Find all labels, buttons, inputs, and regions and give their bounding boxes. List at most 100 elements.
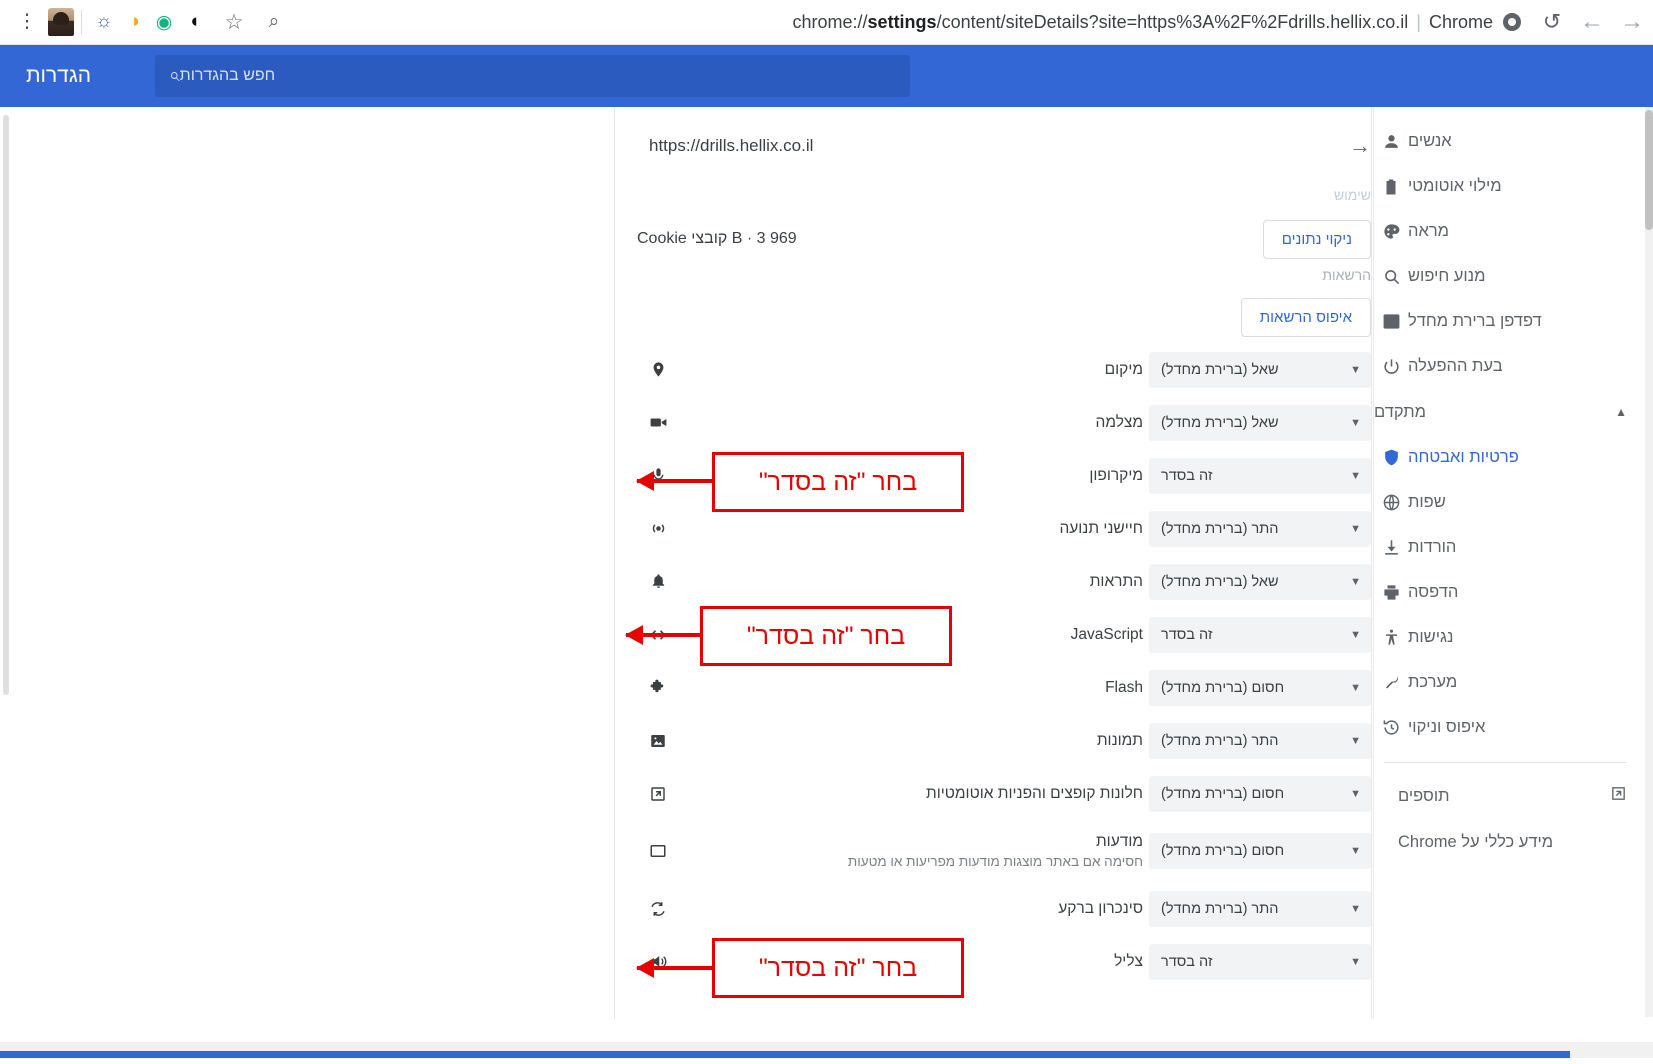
permission-select[interactable]: ▼ חסום (ברירת מחדל)	[1149, 775, 1371, 812]
download-icon	[1374, 531, 1408, 565]
sidebar-item-system[interactable]: מערכת	[1374, 660, 1645, 705]
chevron-down-icon: ▼	[1350, 787, 1361, 800]
reload-icon[interactable]: ↺	[1537, 7, 1567, 37]
sidebar-item-languages[interactable]: שפות	[1374, 480, 1645, 525]
permission-value: חסום (ברירת מחדל)	[1161, 679, 1285, 696]
permission-select[interactable]: ▼ זה בסדר	[1149, 457, 1371, 494]
page-scrollbar-track[interactable]	[1645, 107, 1653, 1017]
permission-select[interactable]: ▼ חסום (ברירת מחדל)	[1149, 833, 1371, 869]
profile-avatar[interactable]	[48, 8, 74, 36]
permissions-reset-row: איפוס הרשאות	[615, 291, 1371, 343]
sidebar-item-label: דפדפן ברירת מחדל	[1408, 312, 1542, 330]
sidebar-item-people[interactable]: אנשים	[1374, 119, 1645, 164]
omnibox-divider: |	[1416, 11, 1421, 32]
sidebar-advanced-toggle[interactable]: מתקדם ▲	[1374, 389, 1645, 435]
reset-permissions-button[interactable]: איפוס הרשאות	[1240, 297, 1371, 337]
permission-value: זה בסדר	[1161, 467, 1213, 484]
forward-arrow-icon[interactable]: →	[1617, 7, 1647, 37]
site-details-panel: https://drills.hellix.co.il → שימוש 969 …	[614, 107, 1372, 1019]
permission-value: שאל (ברירת מחדל)	[1161, 414, 1279, 431]
person-icon	[1374, 125, 1408, 159]
sidebar-item-label: מערכת	[1408, 673, 1458, 691]
permission-name: מצלמה	[1095, 414, 1143, 431]
sidebar-item-downloads[interactable]: הורדות	[1374, 525, 1645, 570]
forward-arrow-icon[interactable]: →	[1349, 133, 1371, 159]
three-dots-icon[interactable]: ⋮	[12, 7, 42, 37]
permission-select[interactable]: ▼ התר (ברירת מחדל)	[1149, 510, 1371, 547]
printer-icon	[1374, 576, 1408, 610]
chevron-down-icon: ▼	[1350, 681, 1361, 694]
permission-value: התר (ברירת מחדל)	[1161, 520, 1279, 537]
site-header-row: https://drills.hellix.co.il →	[615, 115, 1371, 177]
permission-select[interactable]: ▼ שאל (ברירת מחדל)	[1149, 563, 1371, 600]
extension-icon-2[interactable]: ◑	[119, 7, 149, 37]
permission-row-images: תמונות ▼ התר (ברירת מחדל)	[615, 714, 1371, 767]
chevron-down-icon: ▼	[1350, 363, 1361, 376]
sidebar-item-autofill[interactable]: מילוי אוטומטי	[1374, 164, 1645, 209]
clipboard-icon	[1374, 170, 1408, 204]
zoom-out-icon[interactable]: ⌕	[259, 7, 289, 37]
annotation-callout-javascript: בחר "זה בסדר"	[700, 606, 952, 666]
profile-name-label: Chrome	[1428, 11, 1493, 32]
permission-name: התראות	[1089, 573, 1143, 590]
sidebar-item-default-browser[interactable]: דפדפן ברירת מחדל	[1374, 299, 1645, 344]
permission-select[interactable]: ▼ שאל (ברירת מחדל)	[1149, 404, 1371, 441]
left-scrollbar[interactable]	[3, 115, 9, 695]
permission-value: חסום (ברירת מחדל)	[1161, 843, 1285, 859]
address-bar[interactable]: chrome://settings/content/siteDetails?si…	[289, 0, 1653, 45]
permission-name: מיקום	[1104, 361, 1143, 378]
search-input[interactable]: חפש בהגדרות ⌕	[155, 55, 910, 97]
sidebar-divider	[1384, 762, 1627, 763]
annotation-callout-microphone: בחר "זה בסדר"	[712, 452, 964, 512]
sidebar-item-reset-cleanup[interactable]: איפוס וניקוי	[1374, 705, 1645, 750]
back-arrow-icon[interactable]: ←	[1577, 7, 1607, 37]
power-icon	[1374, 350, 1408, 384]
sidebar-item-accessibility[interactable]: נגישות	[1374, 615, 1645, 660]
sidebar-item-extensions[interactable]: תוספים	[1374, 773, 1645, 819]
browser-window-icon	[1374, 305, 1408, 339]
sidebar-item-printing[interactable]: הדפסה	[1374, 570, 1645, 615]
sidebar-item-about-chrome[interactable]: מידע כללי על Chrome	[1374, 819, 1645, 865]
sidebar-item-on-startup[interactable]: בעת ההפעלה	[1374, 344, 1645, 389]
puzzle-piece-icon	[637, 678, 679, 697]
camera-icon	[637, 413, 679, 432]
permission-select[interactable]: ▼ התר (ברירת מחדל)	[1149, 722, 1371, 759]
permission-row-popups-redirects: חלונות קופצים והפניות אוטומטיות ▼ חסום (…	[615, 767, 1371, 820]
palette-icon	[1374, 215, 1408, 249]
clear-data-button[interactable]: ניקוי נתונים	[1262, 219, 1371, 259]
chevron-down-icon: ▼	[1350, 734, 1361, 747]
image-icon	[637, 732, 679, 750]
chevron-down-icon: ▼	[1350, 522, 1361, 535]
permission-select[interactable]: ▼ חסום (ברירת מחדל)	[1149, 669, 1371, 706]
extension-icon-1[interactable]: ☼	[89, 7, 119, 37]
extension-icon-3[interactable]: ◉	[149, 7, 179, 37]
bookmark-star-icon[interactable]: ☆	[219, 7, 249, 37]
bottom-progress-strip	[0, 1051, 1570, 1058]
sidebar-item-label: הורדות	[1408, 538, 1457, 556]
permission-select[interactable]: ▼ זה בסדר	[1149, 616, 1371, 653]
sidebar-item-privacy-security[interactable]: פרטיות ואבטחה	[1374, 435, 1645, 480]
permission-select[interactable]: ▼ התר (ברירת מחדל)	[1149, 890, 1371, 927]
sidebar-item-search-engine[interactable]: מנוע חיפוש	[1374, 254, 1645, 299]
permission-value: התר (ברירת מחדל)	[1161, 732, 1279, 749]
chevron-down-icon: ▼	[1350, 575, 1361, 588]
globe-icon	[1374, 486, 1408, 520]
permission-value: התר (ברירת מחדל)	[1161, 900, 1279, 917]
usage-section-heading: שימוש	[1333, 187, 1371, 203]
permissions-section-heading: הרשאות	[1322, 267, 1371, 283]
permission-row-notifications: התראות ▼ שאל (ברירת מחדל)	[615, 555, 1371, 608]
annotation-callout-sound: בחר "זה בסדר"	[712, 938, 964, 998]
sidebar-item-appearance[interactable]: מראה	[1374, 209, 1645, 254]
chevron-up-icon: ▲	[1615, 405, 1627, 419]
page-scrollbar-thumb[interactable]	[1645, 110, 1653, 230]
sidebar-item-label: מידע כללי על Chrome	[1398, 832, 1554, 851]
sidebar-item-label: מנוע חיפוש	[1408, 267, 1486, 285]
sidebar-item-label: שפות	[1408, 493, 1446, 511]
settings-header: הגדרות חפש בהגדרות ⌕	[0, 45, 1653, 107]
permission-select[interactable]: ▼ שאל (ברירת מחדל)	[1149, 351, 1371, 388]
extension-icon-4[interactable]: ◖	[179, 7, 209, 37]
ads-rectangle-icon	[637, 842, 679, 860]
permission-select[interactable]: ▼ זה בסדר	[1149, 943, 1371, 980]
motion-sensor-icon	[637, 519, 679, 538]
bottom-edge	[0, 1058, 1653, 1064]
